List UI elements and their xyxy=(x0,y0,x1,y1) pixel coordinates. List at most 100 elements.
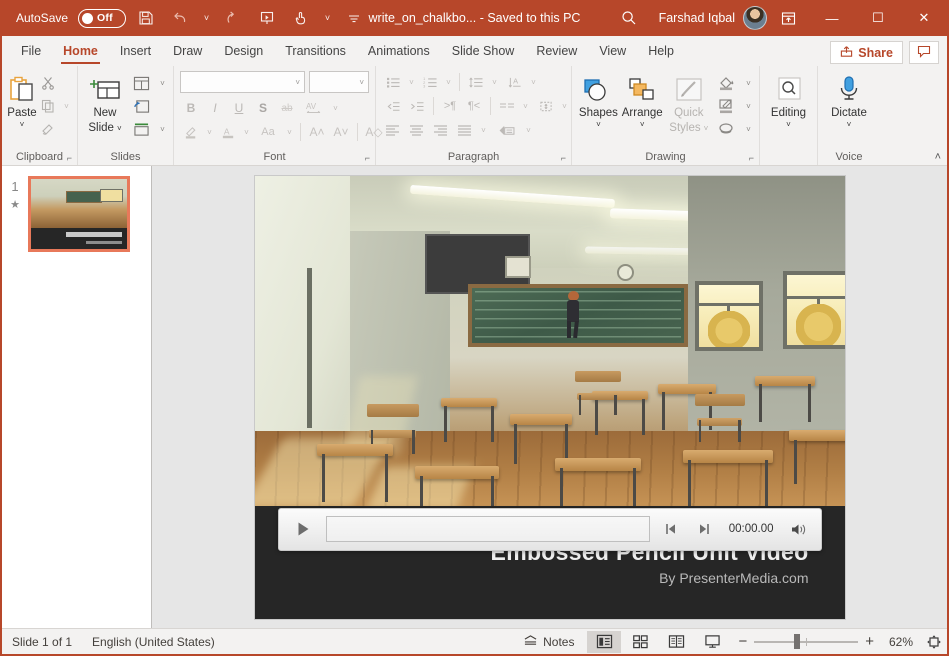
shape-outline-dropdown-caret-icon[interactable]: ˅ xyxy=(743,102,754,111)
shape-fill-icon[interactable] xyxy=(713,73,741,94)
shape-effects-icon[interactable] xyxy=(713,119,741,140)
avatar[interactable] xyxy=(743,6,767,30)
numbering-icon[interactable]: 123 xyxy=(419,72,441,93)
touch-mode-icon[interactable] xyxy=(287,4,315,32)
normal-view-icon[interactable] xyxy=(587,631,621,653)
dictate-dropdown-caret-icon[interactable]: ˅ xyxy=(847,120,852,129)
share-button[interactable]: Share xyxy=(830,41,903,64)
volume-icon[interactable] xyxy=(787,517,811,541)
media-control-bar[interactable]: 00:00.00 xyxy=(278,508,822,551)
clipboard-dialog-launcher[interactable]: ⌐ xyxy=(67,153,72,163)
quick-styles-button[interactable]: Quick Styles ˅ xyxy=(665,70,713,135)
customize-quick-access-toolbar-icon[interactable] xyxy=(340,4,368,32)
tab-insert[interactable]: Insert xyxy=(109,38,162,66)
touch-mode-dropdown-caret-icon[interactable]: ˅ xyxy=(321,13,334,23)
italic-icon[interactable]: I xyxy=(204,98,226,119)
tab-design[interactable]: Design xyxy=(213,38,274,66)
text-direction-dropdown-caret-icon[interactable]: ˅ xyxy=(528,78,539,87)
tab-home[interactable]: Home xyxy=(52,38,109,66)
undo-dropdown-caret-icon[interactable]: ˅ xyxy=(200,13,213,23)
fit-slide-to-window-icon[interactable] xyxy=(921,634,947,650)
cut-icon[interactable] xyxy=(37,73,59,94)
tab-animations[interactable]: Animations xyxy=(357,38,441,66)
zoom-out-button[interactable]: − xyxy=(738,633,747,650)
zoom-slider-handle[interactable] xyxy=(794,634,800,649)
new-slide-dropdown-caret-icon[interactable]: ˅ xyxy=(117,124,122,133)
play-icon[interactable] xyxy=(289,515,317,543)
shape-effects-dropdown-caret-icon[interactable]: ˅ xyxy=(743,125,754,134)
align-right-icon[interactable] xyxy=(430,120,452,141)
font-dialog-launcher[interactable]: ⌐ xyxy=(365,153,370,163)
text-shadow-icon[interactable]: S xyxy=(252,98,274,119)
convert-to-smartart-icon[interactable] xyxy=(493,120,521,141)
tab-review[interactable]: Review xyxy=(525,38,588,66)
comments-button[interactable] xyxy=(909,41,939,64)
bullets-dropdown-caret-icon[interactable]: ˅ xyxy=(406,78,417,87)
line-spacing-dropdown-caret-icon[interactable]: ˅ xyxy=(489,78,500,87)
character-spacing-icon[interactable]: AV xyxy=(300,98,328,119)
arrange-button[interactable]: Arrange ˅ xyxy=(620,70,665,129)
reading-view-icon[interactable] xyxy=(659,631,693,653)
arrange-dropdown-caret-icon[interactable]: ˅ xyxy=(640,120,645,129)
columns-dropdown-caret-icon[interactable]: ˅ xyxy=(520,102,531,111)
align-text-dropdown-caret-icon[interactable]: ˅ xyxy=(559,102,570,111)
start-slideshow-icon[interactable] xyxy=(253,4,281,32)
bold-icon[interactable]: B xyxy=(180,98,202,119)
line-spacing-icon[interactable] xyxy=(465,72,487,93)
ribbon-display-options-icon[interactable] xyxy=(767,10,809,27)
close-button[interactable]: ✕ xyxy=(901,0,947,36)
language-label[interactable]: English (United States) xyxy=(82,629,225,654)
minimize-button[interactable]: — xyxy=(809,0,855,36)
step-forward-icon[interactable] xyxy=(692,517,716,541)
text-highlight-dropdown-caret-icon[interactable]: ˅ xyxy=(204,128,215,137)
tab-transitions[interactable]: Transitions xyxy=(274,38,357,66)
paste-button[interactable]: Paste ˅ xyxy=(7,70,37,129)
tab-slide-show[interactable]: Slide Show xyxy=(441,38,526,66)
step-back-icon[interactable] xyxy=(659,517,683,541)
paragraph-dialog-launcher[interactable]: ⌐ xyxy=(561,153,566,163)
copy-icon[interactable] xyxy=(37,96,59,117)
classroom-illustration[interactable] xyxy=(255,176,845,506)
justify-dropdown-caret-icon[interactable]: ˅ xyxy=(478,126,489,135)
shape-fill-dropdown-caret-icon[interactable]: ˅ xyxy=(743,79,754,88)
media-progress-bar[interactable] xyxy=(326,516,650,542)
smartart-dropdown-caret-icon[interactable]: ˅ xyxy=(523,126,534,135)
numbering-dropdown-caret-icon[interactable]: ˅ xyxy=(443,78,454,87)
account-name[interactable]: Farshad Iqbal xyxy=(651,11,743,25)
autosave-toggle[interactable]: Off xyxy=(78,9,126,28)
layout-dropdown-caret-icon[interactable]: ˅ xyxy=(157,79,168,88)
change-case-dropdown-caret-icon[interactable]: ˅ xyxy=(284,128,295,137)
slide-sorter-icon[interactable] xyxy=(623,631,657,653)
font-name-input[interactable]: ˅ xyxy=(180,71,305,93)
increase-indent-icon[interactable] xyxy=(406,96,428,117)
collapse-ribbon-icon[interactable]: ˄ xyxy=(935,151,941,163)
tab-draw[interactable]: Draw xyxy=(162,38,213,66)
zoom-in-button[interactable]: + xyxy=(865,633,874,650)
align-text-icon[interactable] xyxy=(535,96,557,117)
zoom-slider[interactable] xyxy=(754,635,858,649)
text-direction-icon[interactable]: A xyxy=(504,72,526,93)
shapes-button[interactable]: Shapes ˅ xyxy=(577,70,620,129)
align-left-icon[interactable] xyxy=(382,120,404,141)
font-size-input[interactable]: ˅ xyxy=(309,71,369,93)
character-spacing-dropdown-caret-icon[interactable]: ˅ xyxy=(330,104,341,113)
rtl-icon[interactable]: ¶< xyxy=(463,96,485,117)
bullets-icon[interactable] xyxy=(382,72,404,93)
change-case-icon[interactable]: Aa xyxy=(254,122,282,143)
columns-icon[interactable] xyxy=(496,96,518,117)
format-painter-icon[interactable] xyxy=(37,119,59,140)
new-slide-button[interactable]: New Slide ˅ xyxy=(83,70,127,135)
dictate-button[interactable]: Dictate ˅ xyxy=(823,70,875,129)
search-icon[interactable] xyxy=(607,9,651,27)
section-dropdown-caret-icon[interactable]: ˅ xyxy=(157,125,168,134)
section-icon[interactable] xyxy=(127,119,155,140)
decrease-font-size-icon[interactable]: A˅ xyxy=(330,122,352,143)
shapes-dropdown-caret-icon[interactable]: ˅ xyxy=(596,120,601,129)
reset-icon[interactable] xyxy=(127,96,155,117)
slide-count-label[interactable]: Slide 1 of 1 xyxy=(2,629,82,654)
save-icon[interactable] xyxy=(132,4,160,32)
tab-view[interactable]: View xyxy=(588,38,637,66)
undo-icon[interactable] xyxy=(166,4,194,32)
align-center-icon[interactable] xyxy=(406,120,428,141)
zoom-percent-label[interactable]: 62% xyxy=(881,635,913,649)
